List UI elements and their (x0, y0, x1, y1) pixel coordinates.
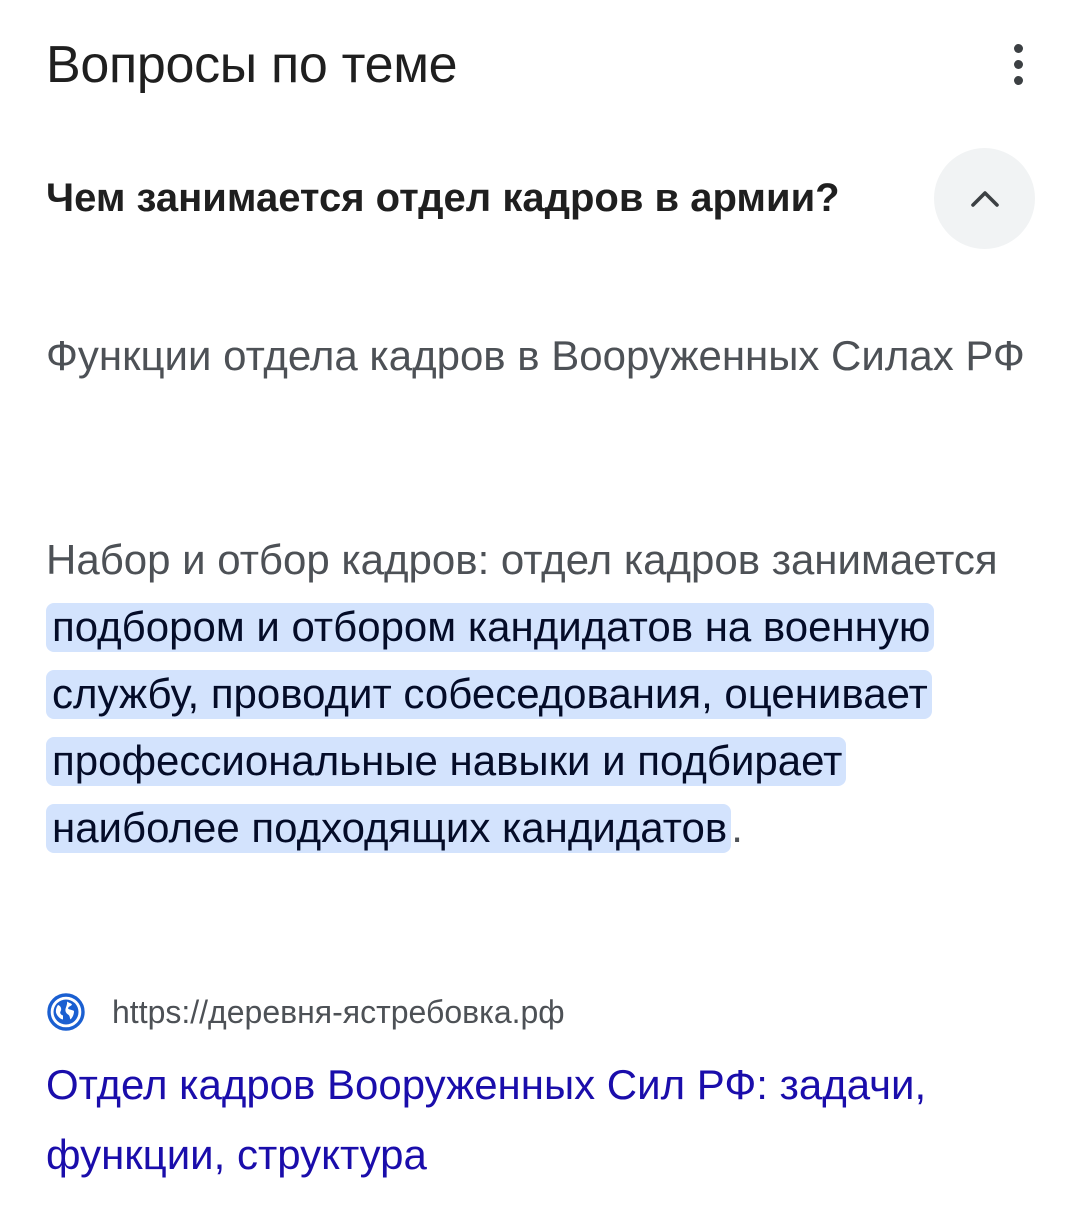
question-accordion[interactable]: Чем занимается отдел кадров в армии? (46, 148, 1036, 250)
answer-highlight: подбором и отбором кандидатов на военную… (46, 603, 935, 853)
answer-body-prefix: Набор и отбор кадров: отдел кадров заним… (46, 536, 998, 583)
chevron-up-icon (970, 190, 999, 207)
more-vert-icon (1013, 43, 1023, 53)
more-options-button[interactable] (994, 38, 1042, 90)
source-url[interactable]: https://деревня-ястребовка.рф (112, 990, 565, 1034)
more-vert-icon-dot (1013, 75, 1023, 85)
source-row[interactable]: https://деревня-ястребовка.рф (46, 988, 565, 1036)
collapse-button[interactable] (934, 148, 1035, 249)
question-text: Чем занимается отдел кадров в армии? (46, 176, 840, 220)
globe-icon (46, 992, 86, 1032)
section-title: Вопросы по теме (46, 36, 458, 94)
answer-heading: Функции отдела кадров в Вооруженных Сила… (46, 332, 1025, 379)
more-vert-icon-dot (1013, 59, 1023, 69)
answer-body: Набор и отбор кадров: отдел кадров заним… (46, 526, 1036, 861)
result-link[interactable]: Отдел кадров Вооруженных Сил РФ: задачи,… (46, 1050, 1036, 1190)
answer-body-suffix: . (731, 804, 743, 851)
